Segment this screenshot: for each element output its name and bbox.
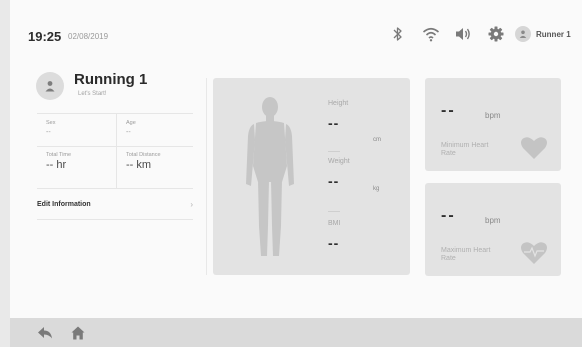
user-name: Runner 1: [536, 29, 571, 39]
bmi-metric: BMI --: [328, 220, 340, 251]
sex-label: Sex: [46, 120, 56, 126]
height-unit: cm: [373, 137, 381, 143]
max-heart-rate-unit: bpm: [485, 216, 501, 225]
weight-label: Weight: [328, 158, 350, 165]
edit-information-button[interactable]: Edit Information ›: [37, 190, 193, 220]
heart-pulse-icon: [521, 242, 547, 264]
age-label: Age: [126, 120, 136, 126]
metric-divider: [328, 211, 340, 212]
clock-time: 19:25: [28, 29, 62, 44]
sex-value: --: [46, 129, 51, 136]
user-avatar-icon: [515, 26, 531, 42]
maximum-heart-rate-card[interactable]: -- bpm Maximum Heart Rate: [425, 183, 561, 276]
total-time-label: Total Time: [46, 152, 72, 158]
weight-metric: Weight --: [328, 158, 350, 189]
height-value: --: [328, 115, 340, 131]
chevron-right-icon: ›: [190, 200, 193, 209]
profile-name: Running 1: [74, 71, 148, 88]
back-icon[interactable]: [37, 325, 53, 341]
home-icon[interactable]: [70, 325, 86, 341]
weight-unit: kg: [373, 186, 380, 192]
wifi-icon[interactable]: [422, 25, 440, 43]
height-label: Height: [328, 100, 349, 107]
screen: 19:25 02/08/2019 Runner 1 Running 1 Let'…: [10, 0, 582, 347]
profile-subtitle: Let's Start!: [78, 91, 107, 97]
edit-information-label: Edit Information: [37, 201, 91, 208]
body-silhouette-icon: [246, 97, 294, 256]
total-time-value: -- hr: [46, 159, 67, 171]
bmi-label: BMI: [328, 220, 341, 227]
profile-header: Running 1 Let's Start!: [36, 71, 206, 104]
min-heart-rate-unit: bpm: [485, 111, 501, 120]
column-divider: [206, 78, 207, 275]
min-heart-rate-value: --: [441, 102, 456, 119]
total-distance-value: -- km: [126, 159, 152, 171]
age-value: --: [126, 129, 131, 136]
grid-divider: [116, 114, 117, 188]
settings-icon[interactable]: [487, 25, 505, 43]
person-icon: [45, 81, 55, 92]
total-distance-label: Total Distance: [126, 152, 161, 158]
user-chip[interactable]: Runner 1: [515, 25, 571, 43]
body-metrics-card[interactable]: Height -- cm Weight -- kg BMI --: [213, 78, 410, 275]
height-metric: Height --: [328, 100, 348, 131]
total-distance-field: Total Distance -- km: [126, 152, 161, 171]
minimum-heart-rate-card[interactable]: -- bpm Minimum Heart Rate: [425, 78, 561, 171]
age-field: Age --: [126, 120, 136, 136]
status-bar: 19:25 02/08/2019 Runner 1: [10, 0, 582, 64]
total-time-field: Total Time -- hr: [46, 152, 71, 171]
volume-icon[interactable]: [454, 25, 472, 43]
min-heart-rate-label: Minimum Heart Rate: [441, 142, 489, 157]
clock-date: 02/08/2019: [68, 32, 109, 41]
sex-field: Sex --: [46, 120, 55, 136]
bottom-nav-bar: [10, 318, 582, 347]
profile-avatar[interactable]: [36, 72, 64, 100]
grid-divider: [37, 146, 193, 147]
heart-icon: [521, 137, 547, 159]
metric-divider: [328, 151, 340, 152]
weight-value: --: [328, 173, 340, 189]
bluetooth-icon[interactable]: [389, 25, 407, 43]
bmi-value: --: [328, 235, 340, 251]
max-heart-rate-label: Maximum Heart Rate: [441, 247, 491, 262]
max-heart-rate-value: --: [441, 207, 456, 224]
profile-info-grid: Sex -- Age -- Total Time -- hr Total Dis…: [37, 113, 193, 189]
